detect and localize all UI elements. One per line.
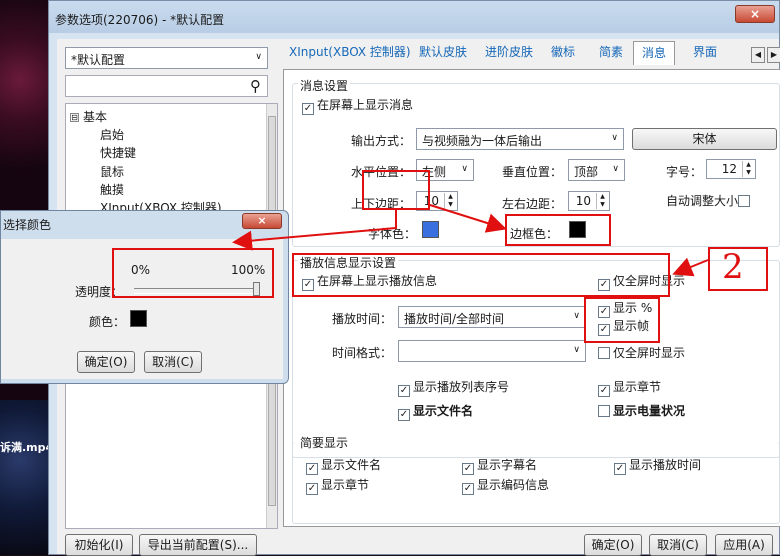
annotation-arrow-bordercolor xyxy=(429,204,507,233)
annotation-arrow-opacity xyxy=(232,210,397,251)
annotation-arrow-number xyxy=(672,257,709,277)
annotation-arrows xyxy=(232,204,709,277)
